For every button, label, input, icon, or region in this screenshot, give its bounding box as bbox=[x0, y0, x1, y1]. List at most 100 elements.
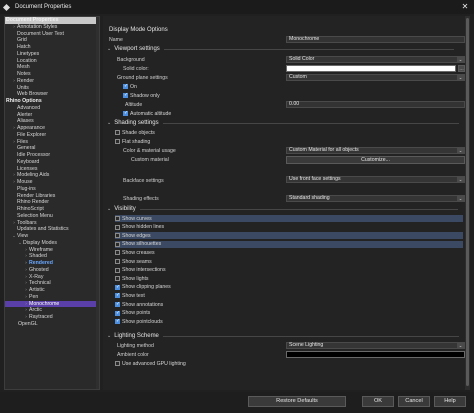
sidebar-item-label: Rhino Render bbox=[17, 199, 50, 206]
sidebar-item[interactable]: Rhino Render bbox=[5, 199, 99, 206]
restore-defaults-button[interactable]: Restore Defaults bbox=[248, 396, 346, 407]
sidebar-item[interactable]: › Artistic bbox=[5, 287, 99, 294]
visibility-checkbox[interactable]: Show points bbox=[115, 310, 463, 317]
visibility-section-header[interactable]: ⌄ Visibility bbox=[107, 206, 458, 212]
sidebar-item[interactable]: RhinoScript bbox=[5, 206, 99, 213]
sidebar-item[interactable]: Hatch bbox=[5, 44, 99, 51]
sidebar-item[interactable]: Updates and Statistics bbox=[5, 226, 99, 233]
shading-effects-select[interactable]: Standard shading ⌄ bbox=[286, 195, 465, 202]
sidebar-item[interactable]: Render Libraries bbox=[5, 193, 99, 200]
shadow-only-checkbox[interactable]: Shadow only bbox=[123, 92, 243, 99]
visibility-checkbox[interactable]: Show seams bbox=[115, 258, 463, 265]
sidebar-item[interactable]: › Files bbox=[5, 139, 99, 146]
sidebar-item[interactable]: Aliases bbox=[5, 118, 99, 125]
visibility-checkbox[interactable]: Show clipping planes bbox=[115, 284, 463, 291]
sidebar-item[interactable]: › Technical bbox=[5, 280, 99, 287]
automatic-altitude-checkbox[interactable]: Automatic altitude bbox=[123, 110, 243, 117]
sidebar-item[interactable]: Units bbox=[5, 85, 99, 92]
sidebar-item[interactable]: OpenGL bbox=[5, 321, 99, 328]
divider bbox=[162, 122, 459, 124]
visibility-checkbox[interactable]: Show edges bbox=[115, 232, 463, 240]
checkbox-icon bbox=[115, 301, 120, 307]
sidebar-item[interactable]: › Modeling Aids bbox=[5, 172, 99, 179]
divider bbox=[139, 208, 458, 210]
visibility-checkbox[interactable]: Show intersections bbox=[115, 267, 463, 274]
sidebar-item[interactable]: › Render bbox=[5, 78, 99, 85]
sidebar-item[interactable]: › Wireframe bbox=[5, 247, 99, 254]
sidebar-item[interactable]: Licenses bbox=[5, 166, 99, 173]
ok-button[interactable]: OK bbox=[362, 396, 394, 407]
help-button[interactable]: Help bbox=[434, 396, 466, 407]
visibility-checkbox[interactable]: Show curves bbox=[115, 215, 463, 222]
sidebar-item-label: Pen bbox=[29, 293, 39, 300]
sidebar-item[interactable]: Document User Text bbox=[5, 31, 99, 38]
sidebar-item[interactable]: Alerter bbox=[5, 112, 99, 119]
sidebar-item[interactable]: General bbox=[5, 145, 99, 152]
viewport-section-header[interactable]: ⌄ Viewport settings bbox=[107, 46, 454, 52]
visibility-checkbox[interactable]: Show text bbox=[115, 292, 463, 299]
sidebar-item[interactable]: Plug-ins bbox=[5, 186, 99, 193]
visibility-checkbox[interactable]: Show annotations bbox=[115, 301, 463, 308]
lighting-method-select[interactable]: Scene Lighting ⌄ bbox=[286, 342, 465, 349]
sidebar-item[interactable]: Keyboard bbox=[5, 159, 99, 166]
sidebar-item-label: Idle Processor bbox=[17, 152, 51, 158]
sidebar-item[interactable]: Rhino Options bbox=[5, 98, 99, 105]
scrollbar-thumb[interactable] bbox=[466, 18, 469, 386]
gpu-lighting-checkbox[interactable]: Use advanced GPU lighting bbox=[115, 360, 463, 367]
options-tree[interactable]: Document Properties › Annotation Styles Doc… bbox=[4, 16, 100, 390]
sidebar-item[interactable]: › Appearance bbox=[5, 125, 99, 132]
solid-color-swatch[interactable] bbox=[286, 65, 456, 72]
sidebar-item[interactable]: Web Browser bbox=[5, 91, 99, 98]
sidebar-item[interactable]: › X-Ray bbox=[5, 274, 99, 281]
altitude-input[interactable]: 0.00 bbox=[286, 101, 465, 108]
visibility-checkbox[interactable]: Show creases bbox=[115, 249, 463, 256]
name-input[interactable]: Monochrome bbox=[286, 36, 465, 43]
sidebar-item[interactable]: › Arctic bbox=[5, 307, 99, 314]
more-icon[interactable]: … bbox=[458, 65, 465, 72]
sidebar-item[interactable]: Document Properties bbox=[5, 17, 99, 24]
sidebar-item[interactable]: › Toolbars bbox=[5, 220, 99, 227]
tree-scrollbar[interactable] bbox=[96, 17, 99, 389]
lighting-section-header[interactable]: ⌄ Lighting Scheme bbox=[107, 333, 459, 339]
sidebar-item[interactable]: › Pen bbox=[5, 294, 99, 301]
sidebar-item[interactable]: ⌄View bbox=[5, 233, 99, 240]
visibility-checkbox[interactable]: Show hidden lines bbox=[115, 224, 463, 231]
sidebar-item[interactable]: › Mouse bbox=[5, 179, 99, 186]
sidebar-item[interactable]: › Ghosted bbox=[5, 267, 99, 274]
checkbox-icon bbox=[115, 361, 120, 366]
sidebar-item[interactable]: › Monochrome bbox=[5, 300, 99, 308]
sidebar-item[interactable]: Grid bbox=[5, 37, 99, 44]
ambient-color-swatch[interactable] bbox=[286, 351, 465, 358]
sidebar-item[interactable]: Idle Processor bbox=[5, 152, 99, 159]
close-icon[interactable]: ✕ bbox=[456, 0, 474, 14]
background-select[interactable]: Solid Color ⌄ bbox=[286, 56, 465, 63]
sidebar-item[interactable]: › Raytraced bbox=[5, 314, 99, 321]
lighting-section-title: Lighting Scheme bbox=[114, 333, 159, 339]
sidebar-item[interactable]: › Annotation Styles bbox=[5, 24, 99, 31]
ground-plane-select[interactable]: Custom ⌄ bbox=[286, 74, 465, 81]
backface-select[interactable]: Use front face settings ⌄ bbox=[286, 176, 465, 183]
flat-shading-checkbox[interactable]: Flat shading bbox=[115, 138, 463, 145]
color-material-select[interactable]: Custom Material for all objects ⌄ bbox=[286, 147, 465, 154]
panel-scrollbar[interactable] bbox=[465, 16, 470, 390]
sidebar-item[interactable]: Location bbox=[5, 58, 99, 65]
visibility-checkbox[interactable]: Show pointclouds bbox=[115, 318, 463, 325]
customize-button[interactable]: Customize... bbox=[286, 156, 465, 164]
display-mode-panel: Display Mode Options Name Monochrome ⌄ V… bbox=[103, 16, 470, 390]
sidebar-item[interactable]: › Rendered bbox=[5, 260, 99, 267]
sidebar-item[interactable]: Advanced bbox=[5, 105, 99, 112]
sidebar-item[interactable]: Notes bbox=[5, 71, 99, 78]
ground-plane-on-checkbox[interactable]: On bbox=[123, 83, 243, 90]
visibility-checkbox[interactable]: Show lights bbox=[115, 275, 463, 282]
shade-objects-checkbox[interactable]: Shade objects bbox=[115, 129, 463, 136]
sidebar-item[interactable]: Mesh bbox=[5, 64, 99, 71]
sidebar-item[interactable]: Linetypes bbox=[5, 51, 99, 58]
sidebar-item[interactable]: › Shaded bbox=[5, 253, 99, 260]
sidebar-item-label: Location bbox=[17, 57, 37, 64]
sidebar-item[interactable]: Selection Menu bbox=[5, 213, 99, 220]
visibility-checkbox[interactable]: Show silhouettes bbox=[115, 240, 463, 248]
cancel-button[interactable]: Cancel bbox=[398, 396, 430, 407]
sidebar-item[interactable]: File Explorer bbox=[5, 132, 99, 139]
sidebar-item[interactable]: ⌄Display Modes bbox=[5, 240, 99, 247]
shading-section-header[interactable]: ⌄ Shading settings bbox=[107, 120, 459, 126]
